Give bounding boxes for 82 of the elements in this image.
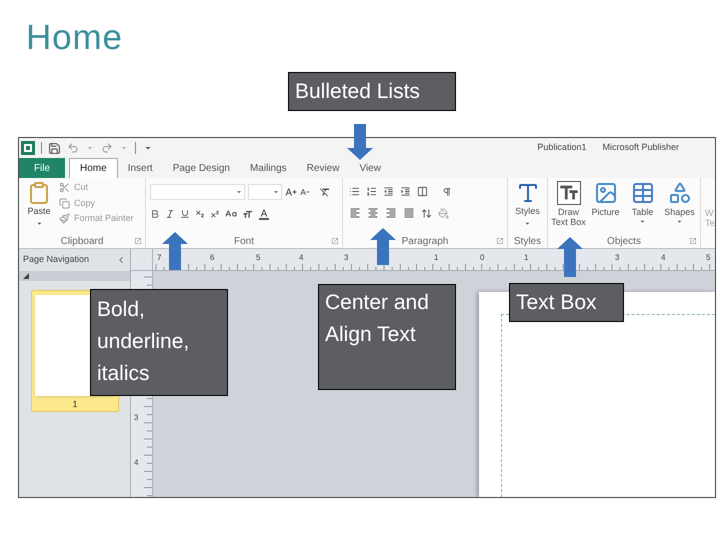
italic-icon[interactable] <box>165 209 175 219</box>
save-icon[interactable] <box>48 142 61 154</box>
callout-tooltip: Bulleted Lists <box>288 72 456 111</box>
align-left-icon[interactable] <box>349 207 361 219</box>
paste-button[interactable]: Paste <box>23 181 55 234</box>
underline-icon[interactable] <box>180 209 190 219</box>
ruler-number: 6 <box>210 252 214 264</box>
ribbon-tab[interactable]: View <box>349 158 391 178</box>
styles-button[interactable]: Styles <box>508 178 547 234</box>
ruler-number: 3 <box>344 252 348 264</box>
line-spacing-icon[interactable] <box>421 208 432 218</box>
shapes-button[interactable]: Shapes <box>662 181 697 234</box>
expand-triangle-icon[interactable] <box>23 273 29 279</box>
slide-title: Home <box>26 18 123 57</box>
font-color-icon[interactable] <box>258 208 270 220</box>
character-spacing-icon[interactable] <box>242 208 253 220</box>
dialog-launcher-icon[interactable] <box>496 237 504 245</box>
superscript-icon[interactable] <box>210 209 220 219</box>
ruler-number: 0 <box>480 252 484 264</box>
ruler-number: 5 <box>256 252 260 264</box>
up-arrow <box>370 228 396 265</box>
ruler-number: 1 <box>434 252 438 264</box>
font-name-field[interactable] <box>150 184 245 200</box>
decrease-indent-icon[interactable] <box>383 186 394 197</box>
callout-tooltip: Text Box <box>509 283 624 322</box>
ruler-number: 3 <box>134 412 138 424</box>
table-icon <box>630 181 654 205</box>
group-label: Paragraph <box>402 234 448 248</box>
file-tab[interactable]: File <box>19 158 65 178</box>
align-center-icon[interactable] <box>367 207 379 219</box>
dialog-launcher-icon[interactable] <box>331 237 339 245</box>
picture-button[interactable]: Picture <box>588 181 623 234</box>
group-label: Styles <box>514 234 542 248</box>
undo-icon[interactable] <box>67 142 79 154</box>
callout-tooltip: Bold, underline, italics <box>90 289 228 396</box>
ribbon-tab[interactable]: Home <box>69 158 118 178</box>
table-button[interactable]: Table <box>625 181 660 234</box>
group-label: Clipboard <box>60 234 104 248</box>
grow-font-icon[interactable] <box>285 186 297 198</box>
ruler-number: 4 <box>299 252 304 264</box>
app-name: Microsoft Publisher <box>602 141 679 154</box>
ribbon-tab[interactable]: Review <box>296 158 350 178</box>
callout-tooltip: Center and Align Text <box>318 284 456 390</box>
ribbon-tab[interactable]: Page Design <box>162 158 240 178</box>
up-arrow <box>557 237 583 277</box>
paintbrush-icon <box>59 213 70 224</box>
shapes-icon <box>668 181 692 205</box>
increase-indent-icon[interactable] <box>400 186 411 197</box>
ruler-number: 1 <box>524 252 528 264</box>
group-label: Objects <box>607 234 641 248</box>
columns-icon[interactable] <box>417 186 428 197</box>
justify-icon[interactable] <box>403 207 415 219</box>
ruler-number: 5 <box>706 252 710 264</box>
bold-icon[interactable] <box>150 209 160 219</box>
up-arrow <box>162 232 188 270</box>
subscript-icon[interactable] <box>195 209 205 219</box>
ribbon-tab[interactable]: Mailings <box>240 158 297 178</box>
ruler-number: 7 <box>157 252 162 264</box>
dialog-launcher-icon[interactable] <box>689 237 697 245</box>
pane-title: Page Navigation <box>23 253 90 266</box>
font-size-field[interactable] <box>248 184 282 200</box>
text-box-icon <box>556 181 580 205</box>
clipboard-icon <box>27 181 51 205</box>
picture-icon <box>594 181 618 205</box>
group-label: Font <box>234 234 254 248</box>
redo-icon[interactable] <box>101 142 113 154</box>
ruler-number: 3 <box>615 252 620 264</box>
down-arrow <box>347 124 373 160</box>
clear-formatting-icon[interactable] <box>319 186 331 198</box>
align-right-icon[interactable] <box>385 207 397 219</box>
textbox-button[interactable]: Draw Text Box <box>551 181 586 234</box>
ruler-number: 4 <box>661 252 666 264</box>
dialog-launcher-icon[interactable] <box>134 237 142 245</box>
pilcrow-icon[interactable] <box>442 186 452 196</box>
numbering-icon[interactable] <box>366 186 377 197</box>
document-title: Publication1 <box>537 141 586 154</box>
shrink-font-icon[interactable] <box>300 187 310 197</box>
bullets-icon[interactable] <box>349 186 360 197</box>
copy-icon <box>59 198 70 209</box>
scissors-icon <box>59 182 70 194</box>
ribbon-tab[interactable]: Insert <box>118 158 163 178</box>
ruler-number: 4 <box>134 457 138 469</box>
